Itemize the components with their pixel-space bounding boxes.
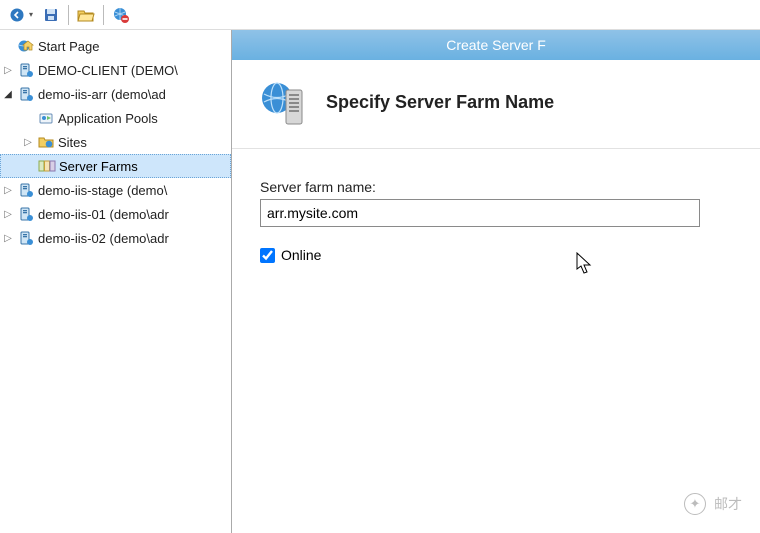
toolbar-separator <box>68 5 69 25</box>
toolbar: ▾ <box>0 0 760 30</box>
back-button[interactable] <box>6 4 28 26</box>
tree-server-farms[interactable]: Server Farms <box>0 154 231 178</box>
tree-demo-client[interactable]: ▷ DEMO-CLIENT (DEMO\ <box>0 58 231 82</box>
dialog-heading: Specify Server Farm Name <box>326 92 554 113</box>
server-farms-icon <box>38 157 56 175</box>
dialog-titlebar: Create Server F <box>232 30 760 60</box>
toolbar-separator-2 <box>103 5 104 25</box>
tree-label: Sites <box>58 135 87 150</box>
tree-app-pools[interactable]: Application Pools <box>0 106 231 130</box>
farm-name-label: Server farm name: <box>260 179 732 195</box>
create-server-farm-dialog: Create Server F Specify Server Farm Name <box>232 30 760 533</box>
tree-label: demo-iis-arr (demo\ad <box>38 87 166 102</box>
spacer <box>2 40 14 52</box>
tree-demo-iis-stage[interactable]: ▷ demo-iis-stage (demo\ <box>0 178 231 202</box>
server-icon <box>17 229 35 247</box>
save-button[interactable] <box>40 4 62 26</box>
tree-demo-iis-01[interactable]: ▷ demo-iis-01 (demo\adr <box>0 202 231 226</box>
server-icon <box>17 205 35 223</box>
globe-stop-button[interactable] <box>110 4 132 26</box>
watermark: ✦ 邮才 <box>684 493 742 515</box>
dialog-header: Specify Server Farm Name <box>232 60 760 149</box>
tree-label: Start Page <box>38 39 99 54</box>
tree-demo-iis-02[interactable]: ▷ demo-iis-02 (demo\adr <box>0 226 231 250</box>
expander-collapsed-icon[interactable]: ▷ <box>2 208 14 220</box>
sites-folder-icon <box>37 133 55 151</box>
dialog-title: Create Server F <box>446 37 546 53</box>
expander-collapsed-icon[interactable]: ▷ <box>2 64 14 76</box>
farm-name-input[interactable] <box>260 199 700 227</box>
tree-label: Server Farms <box>59 159 138 174</box>
connections-tree: Start Page ▷ DEMO-CLIENT (DEMO\ ◢ demo-i… <box>0 30 232 533</box>
server-icon <box>17 85 35 103</box>
tree-label: demo-iis-stage (demo\ <box>38 183 167 198</box>
back-dropdown-icon[interactable]: ▾ <box>29 10 37 19</box>
tree-sites[interactable]: ▷ Sites <box>0 130 231 154</box>
watermark-text: 邮才 <box>714 494 742 514</box>
spacer <box>22 112 34 124</box>
tree-start-page[interactable]: Start Page <box>0 34 231 58</box>
spacer <box>23 160 35 172</box>
app-pools-icon <box>37 109 55 127</box>
form-area: Server farm name: Online <box>232 149 760 293</box>
tree-demo-iis-arr[interactable]: ◢ demo-iis-arr (demo\ad <box>0 82 231 106</box>
expander-collapsed-icon[interactable]: ▷ <box>22 136 34 148</box>
online-label: Online <box>281 247 321 263</box>
server-icon <box>17 61 35 79</box>
tree-label: Application Pools <box>58 111 158 126</box>
expander-expanded-icon[interactable]: ◢ <box>2 88 14 100</box>
wechat-icon: ✦ <box>684 493 706 515</box>
expander-collapsed-icon[interactable]: ▷ <box>2 232 14 244</box>
online-checkbox[interactable] <box>260 248 275 263</box>
tree-label: DEMO-CLIENT (DEMO\ <box>38 63 178 78</box>
open-button[interactable] <box>75 4 97 26</box>
expander-collapsed-icon[interactable]: ▷ <box>2 184 14 196</box>
server-icon <box>17 181 35 199</box>
home-icon <box>17 37 35 55</box>
server-farm-wizard-icon <box>260 78 308 126</box>
tree-label: demo-iis-01 (demo\adr <box>38 207 169 222</box>
tree-label: demo-iis-02 (demo\adr <box>38 231 169 246</box>
